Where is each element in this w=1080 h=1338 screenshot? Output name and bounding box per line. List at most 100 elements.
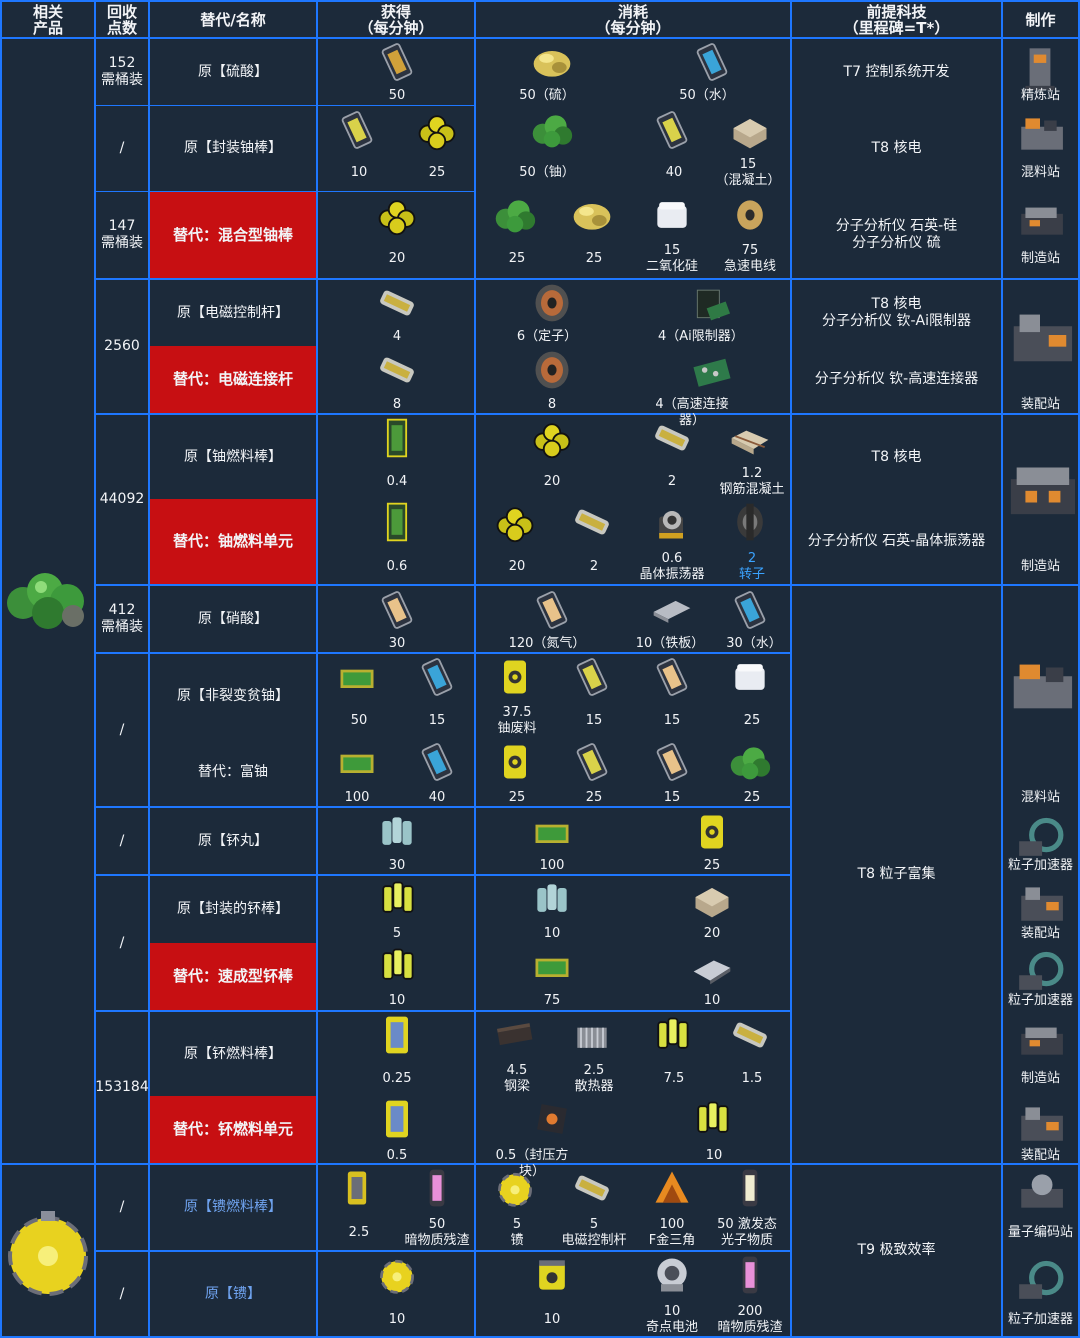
item-i14d <box>728 1013 772 1057</box>
singularity-cell-icon <box>657 1258 687 1292</box>
machine-label: 混料站 <box>1020 165 1060 180</box>
item-i7b <box>570 500 614 544</box>
em-rod-icon <box>733 1022 767 1048</box>
item-i13a <box>530 944 574 988</box>
recipe-plutonium-pellet: 原【钚丸】 <box>198 832 268 849</box>
item-i8b <box>650 588 694 632</box>
manufacturer-icon <box>1010 467 1075 515</box>
item-o2a <box>335 108 379 152</box>
uranium-ore-icon <box>532 115 573 148</box>
concrete-icon <box>733 119 767 149</box>
assembler-icon <box>1021 887 1063 921</box>
item-i16b <box>570 1166 614 1210</box>
amount-label: 25 <box>508 251 526 266</box>
amount-label: 1.5 <box>741 1071 763 1086</box>
recipe-em-rod: 原【电磁控制杆】 <box>177 304 289 321</box>
points-r3: 147 需桶装 <box>101 218 143 251</box>
rotor-icon <box>737 503 763 541</box>
silica-icon <box>735 664 765 690</box>
ficsonium-icon <box>8 1210 88 1296</box>
tech-t2: T8 核电 <box>871 140 922 156</box>
machine-label: 精炼站 <box>1020 88 1060 103</box>
item-i9d <box>728 655 772 699</box>
machine-label: 粒子加速器 <box>1007 1312 1073 1327</box>
item-o13 <box>375 944 419 988</box>
encased-plutonium-icon <box>657 1017 689 1049</box>
item-i3a <box>493 193 537 237</box>
item-i10b <box>570 740 614 784</box>
item-i16a <box>493 1166 537 1210</box>
uranium-product <box>2 39 94 1163</box>
amount-label: 25 <box>508 790 526 805</box>
amount-label: 15 二氧化硅 <box>645 243 698 274</box>
amount-label: 30 <box>388 858 406 873</box>
rebar-concrete-icon <box>731 430 769 455</box>
item-o7 <box>375 500 419 544</box>
photonic-matter-icon <box>742 1169 758 1207</box>
item-i9c <box>650 655 694 699</box>
item-i5b <box>690 348 734 392</box>
tech-t7: 分子分析仪 石英-晶体振荡器 <box>807 533 986 549</box>
uranium-ore-icon <box>7 573 84 629</box>
amount-label: 8 <box>547 397 557 412</box>
silica-icon <box>657 202 687 228</box>
blender-icon <box>1021 118 1063 150</box>
machine-assembler3 <box>1015 1097 1065 1147</box>
item-i16d <box>728 1166 772 1210</box>
amount-label: 5 <box>392 926 402 941</box>
tech-t4: T8 核电 分子分析仪 钦-Ai限制器 <box>822 296 971 329</box>
points-r8: / <box>119 832 125 849</box>
recipe-uranium-fuel-unit: 替代：铀燃料单元 <box>150 499 316 584</box>
item-o9b <box>415 655 459 699</box>
amount-label: 10 <box>388 1312 406 1327</box>
uranium-fuel-rod-icon <box>386 418 408 458</box>
item-i10c <box>650 740 694 784</box>
grid-line <box>316 0 318 1338</box>
item-i8c <box>728 588 772 632</box>
item-i12b <box>690 877 734 921</box>
item-i15b <box>690 1097 734 1141</box>
plutonium-pellet-icon <box>382 817 412 845</box>
amount-label: 4 <box>392 329 402 344</box>
uranium-ore-icon <box>730 747 771 780</box>
dark-matter-icon <box>429 1169 445 1207</box>
amount-label: 2 转子 <box>738 551 765 582</box>
ai-limiter-icon <box>696 289 731 321</box>
machine-assembler1 <box>1005 300 1075 370</box>
amount-label: 15 （混凝土） <box>715 157 781 188</box>
nitric-packaged-icon <box>656 743 688 781</box>
amount-label: 25 <box>428 165 446 180</box>
em-rod-icon <box>380 357 414 383</box>
em-rod-icon <box>380 290 414 316</box>
acid-packaged-icon <box>341 111 373 149</box>
machine-label: 制造站 <box>1020 251 1060 266</box>
amount-label: 2.5 散热器 <box>574 1063 614 1094</box>
amount-label: 25 <box>743 713 761 728</box>
item-i7d <box>728 500 772 544</box>
nitric-packaged-icon <box>381 591 413 629</box>
item-i14b <box>570 1013 614 1057</box>
points-r11: / <box>119 1199 125 1215</box>
stator-icon <box>535 351 569 389</box>
fluid-packaged-icon <box>381 43 413 81</box>
item-o8 <box>375 588 419 632</box>
machine-label: 粒子加速器 <box>1007 858 1073 873</box>
item-i3c <box>650 193 694 237</box>
alclad-sheet-icon <box>693 960 731 985</box>
uranium-ore-icon <box>495 200 536 233</box>
water-packaged-icon <box>734 591 766 629</box>
points-r1: 152 需桶装 <box>101 55 143 88</box>
item-i13b <box>690 944 734 988</box>
item-i7a <box>493 500 537 544</box>
machine-label: 制造站 <box>1020 559 1060 574</box>
machine-manufacturer <box>1005 450 1075 520</box>
item-i4b <box>690 281 734 325</box>
acid-packaged-icon <box>576 658 608 696</box>
points-r10: 153184 <box>95 1079 149 1095</box>
item-i12a <box>530 877 574 921</box>
amount-label: 25 <box>703 858 721 873</box>
machine-label: 粒子加速器 <box>1007 993 1073 1008</box>
uranium-waste-icon <box>504 745 526 779</box>
assembler-icon <box>1013 314 1073 362</box>
amount-label: 50（铀） <box>519 165 575 180</box>
